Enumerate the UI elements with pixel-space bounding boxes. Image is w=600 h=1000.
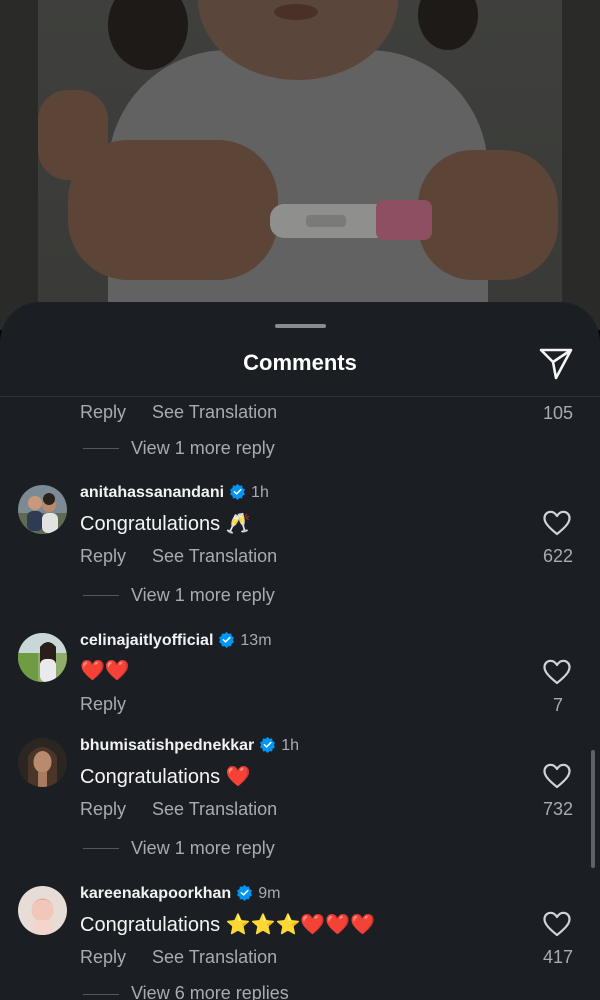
heart-icon[interactable]	[543, 659, 571, 685]
like-count: 7	[552, 695, 563, 715]
verified-badge-icon	[237, 884, 253, 901]
comment-text: Congratulations ❤️	[80, 766, 251, 788]
avatar[interactable]	[18, 485, 67, 534]
comments-sheet: Comments Reply See Translation 105 View 1…	[0, 302, 600, 1000]
see-translation-button[interactable]: See Translation	[152, 799, 277, 819]
photo-hand-left	[68, 140, 278, 280]
post-photo	[0, 0, 600, 330]
comment-actions: Reply	[80, 694, 152, 715]
comment-author[interactable]: kareenakapoorkhan 9m	[80, 884, 280, 903]
comment-text: Congratulations ⭐⭐⭐❤️❤️❤️	[80, 914, 376, 936]
sheet-title: Comments	[243, 350, 357, 375]
view-more-replies-button[interactable]: View 1 more reply	[131, 438, 275, 459]
comment-author[interactable]: celinajaitlyofficial 13m	[80, 631, 272, 650]
comment-time: 13m	[240, 632, 272, 649]
like-count: 105	[542, 403, 574, 423]
photo-margin-right	[562, 0, 600, 330]
comment-author[interactable]: bhumisatishpednekkar 1h	[80, 736, 299, 755]
verified-badge-icon	[260, 736, 276, 753]
username[interactable]: anitahassanandani	[80, 484, 224, 501]
username[interactable]: kareenakapoorkhan	[80, 885, 231, 902]
comment-text: Congratulations 🥂	[80, 513, 251, 535]
view-more-replies-button[interactable]: View 6 more replies	[131, 983, 289, 1000]
replies-divider	[83, 994, 119, 995]
reply-button[interactable]: Reply	[80, 546, 126, 566]
comment-text: ❤️❤️	[80, 660, 130, 682]
comment-time: 9m	[258, 885, 281, 902]
verified-badge-icon	[219, 631, 235, 648]
see-translation-button[interactable]: See Translation	[152, 947, 277, 967]
replies-divider	[83, 448, 119, 449]
view-more-replies-button[interactable]: View 1 more reply	[131, 585, 275, 606]
reply-button[interactable]: Reply	[80, 694, 126, 714]
heart-icon[interactable]	[543, 510, 571, 536]
heart-icon[interactable]	[543, 911, 571, 937]
comment-time: 1h	[251, 484, 269, 501]
username[interactable]: bhumisatishpednekkar	[80, 737, 254, 754]
see-translation-button[interactable]: See Translation	[152, 546, 277, 566]
send-icon[interactable]	[536, 344, 576, 384]
reply-button[interactable]: Reply	[80, 947, 126, 967]
photo-margin-left	[0, 0, 38, 330]
comments-list[interactable]: Reply See Translation 105 View 1 more rep…	[0, 397, 600, 1000]
heart-icon[interactable]	[543, 763, 571, 789]
comment-actions: Reply See Translation	[80, 947, 303, 968]
post-image	[38, 0, 562, 330]
like-count: 417	[542, 947, 574, 967]
scrollbar[interactable]	[591, 750, 595, 868]
view-more-replies-button[interactable]: View 1 more reply	[131, 838, 275, 859]
reply-button[interactable]: Reply	[80, 799, 126, 819]
like-count: 732	[542, 799, 574, 819]
verified-badge-icon	[230, 483, 246, 500]
avatar[interactable]	[18, 633, 67, 682]
comment-actions: Reply See Translation	[80, 799, 303, 820]
avatar[interactable]	[18, 738, 67, 787]
comment-time: 1h	[281, 737, 300, 754]
drag-handle[interactable]	[275, 324, 326, 328]
comment-actions: Reply See Translation	[80, 546, 303, 567]
replies-divider	[83, 595, 119, 596]
photo-hand-right	[418, 150, 558, 280]
avatar[interactable]	[18, 886, 67, 935]
comment-author[interactable]: anitahassanandani 1h	[80, 483, 269, 502]
see-translation-button[interactable]: See Translation	[152, 402, 277, 422]
reply-button[interactable]: Reply	[80, 402, 126, 422]
replies-divider	[83, 848, 119, 849]
username[interactable]: celinajaitlyofficial	[80, 632, 213, 649]
comment-actions: Reply See Translation	[80, 402, 303, 423]
like-count: 622	[542, 546, 574, 566]
